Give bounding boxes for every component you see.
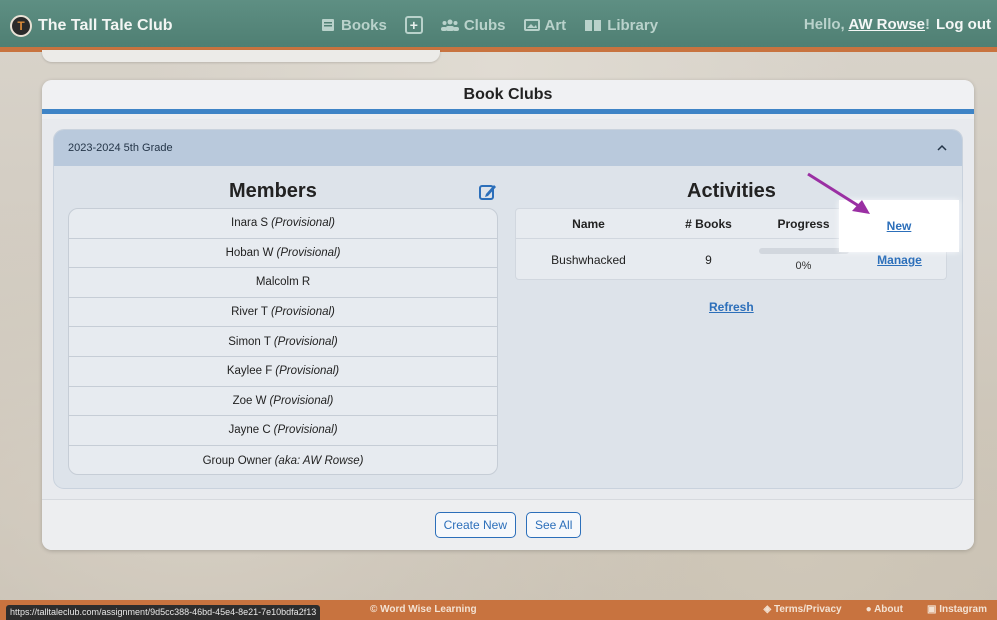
club-accordion-header[interactable]: 2023-2024 5th Grade [54,130,962,166]
list-item: Malcolm R [69,268,497,298]
instagram-icon: ▣ [926,604,937,615]
list-item: Kaylee F (Provisional) [69,357,497,387]
member-note: (aka: AW Rowse) [274,454,364,467]
col-name: Name [572,216,605,231]
greeting: Hello, AW Rowse! [803,16,931,33]
list-item: Group Owner (aka: AW Rowse) [69,446,497,474]
nav-library[interactable]: Library [584,17,658,34]
member-note: (Provisional) [273,424,338,437]
list-item: Zoe W (Provisional) [69,387,497,417]
club-card: 2023-2024 5th Grade Members Inara S (Prov… [54,130,962,488]
new-activity-link[interactable]: New [887,219,912,233]
footer-links: ◈ Terms/Privacy ● About ▣ Instagram [763,604,987,615]
user-nav: Hello, AW Rowse! Log out [804,16,991,33]
nav-art[interactable]: Art [523,16,567,34]
book-icon [322,19,334,31]
brand-title: The Tall Tale Club [38,17,173,34]
browser-status-url: https://talltaleclub.com/assignment/9d5c… [6,605,321,620]
previous-panel-edge [42,50,440,62]
member-note: (Provisional) [269,394,334,407]
terms-link[interactable]: ◈ Terms/Privacy [763,604,841,615]
nav-clubs[interactable]: Clubs [440,16,506,34]
shield-icon: ◈ [763,604,772,615]
list-item: Simon T (Provisional) [69,327,497,357]
panel-body: 2023-2024 5th Grade Members Inara S (Prov… [42,119,974,499]
member-note: (Provisional) [271,217,335,230]
top-navbar: T The Tall Tale Club Books + Clubs Art L… [0,0,997,52]
progress-bar [758,248,849,254]
list-item: River T (Provisional) [69,298,497,328]
nav-library-label: Library [607,16,659,34]
see-all-button[interactable]: See All [526,512,582,538]
activity-books: 9 [705,253,712,267]
member-note: (Provisional) [276,246,341,259]
member-name: Group Owner [202,454,272,467]
club-name: 2023-2024 5th Grade [68,142,173,154]
col-progress: Progress [777,216,830,231]
add-book-icon[interactable]: + [404,16,423,34]
logout-link[interactable]: Log out [936,16,991,33]
panel-footer: Create New See All [42,499,974,550]
members-heading: Members [229,180,317,202]
manage-link[interactable]: Manage [877,253,922,267]
info-icon: ● [865,604,872,615]
member-name: Kaylee F [226,365,273,378]
list-item: Jayne C (Provisional) [69,416,497,446]
member-name: Simon T [228,335,271,348]
nav-books-label: Books [341,16,387,34]
edit-icon[interactable] [478,182,498,202]
create-new-button[interactable]: Create New [434,512,516,538]
col-books: # Books [685,216,732,231]
members-list: Inara S (Provisional) Hoban W (Provisional)… [68,208,498,475]
book-clubs-panel: Book Clubs 2023-2024 5th Grade Members I… [42,80,974,550]
member-name: Jayne C [228,424,271,437]
instagram-link[interactable]: ▣ Instagram [927,604,987,615]
activity-name: Bushwhacked [551,253,626,267]
footer-credit[interactable]: © Word Wise Learning [370,604,477,615]
panel-title: Book Clubs [42,80,974,114]
activity-progress: 0% [756,240,851,280]
member-note: (Provisional) [273,335,338,348]
nav-books[interactable]: Books [320,17,387,34]
member-name: Malcolm R [255,276,311,289]
open-book-icon [585,20,602,31]
nav-clubs-label: Clubs [463,16,506,34]
member-note: (Provisional) [275,365,340,378]
member-note: (Provisional) [270,306,335,319]
member-name: Hoban W [225,246,274,259]
refresh-link[interactable]: Refresh [709,300,754,314]
new-activity-cell: New [839,200,959,252]
users-icon [440,19,459,31]
brand[interactable]: T The Tall Tale Club [10,15,173,37]
member-name: River T [231,306,268,319]
chevron-up-icon[interactable] [936,142,948,154]
list-item: Inara S (Provisional) [69,209,497,239]
activities-heading: Activities [687,180,776,202]
image-icon [523,19,540,31]
about-link[interactable]: ● About [866,604,903,615]
club-logo-icon: T [10,15,32,37]
nav-art-label: Art [544,16,567,34]
list-item: Hoban W (Provisional) [69,239,497,269]
main-nav: Books + Clubs Art Library [320,16,658,34]
member-name: Zoe W [232,394,267,407]
member-name: Inara S [231,217,269,230]
username-link[interactable]: AW Rowse [848,16,925,33]
progress-text: 0% [795,260,812,272]
